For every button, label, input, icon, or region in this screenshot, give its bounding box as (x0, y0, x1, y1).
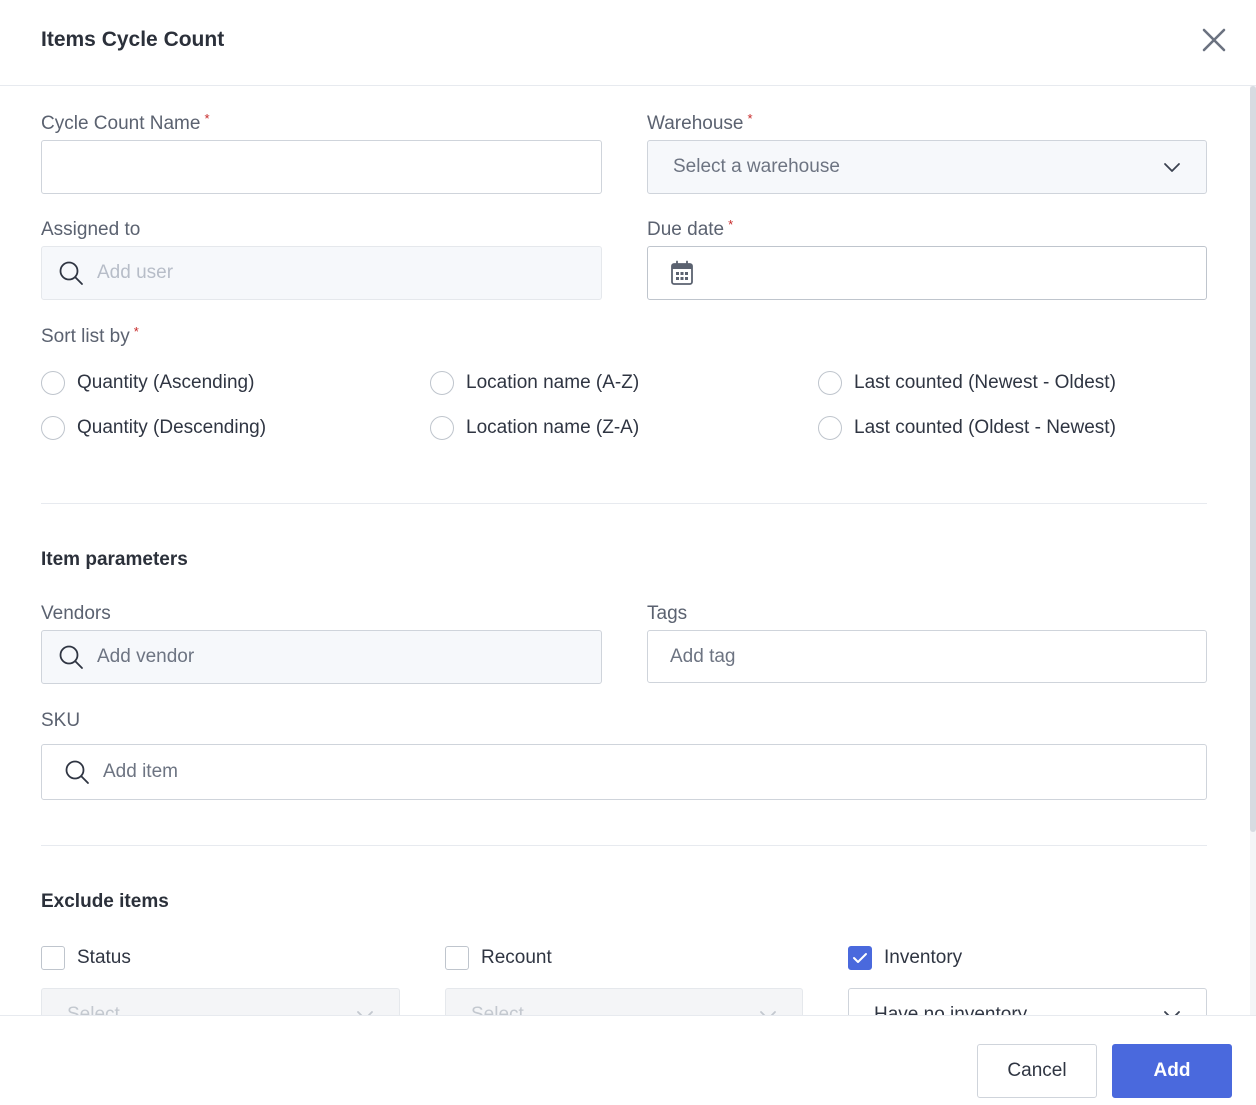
assigned-to-label: Assigned to (41, 219, 141, 240)
modal-footer: Cancel Add (0, 1015, 1256, 1105)
radio-circle[interactable] (41, 371, 65, 395)
sort-list-by-label: Sort list by * (41, 324, 139, 347)
vendors-label: Vendors (41, 603, 111, 624)
section-divider (41, 503, 1207, 504)
modal-body[interactable]: Cycle Count Name * Warehouse * Select a wa… (0, 86, 1256, 1015)
checkmark-icon (853, 953, 867, 963)
radio-circle[interactable] (818, 416, 842, 440)
due-date-label: Due date * (647, 217, 734, 240)
exclude-status-checkbox[interactable]: Status (41, 946, 131, 970)
sku-field[interactable] (41, 744, 1207, 800)
scrollbar-thumb[interactable] (1250, 86, 1256, 832)
sort-option-location-z-a[interactable]: Location name (Z-A) (430, 416, 639, 440)
warehouse-label: Warehouse * (647, 111, 753, 134)
status-select[interactable]: Select (41, 988, 400, 1015)
due-date-field[interactable] (647, 246, 1207, 300)
radio-circle[interactable] (818, 371, 842, 395)
search-icon (59, 645, 83, 669)
exclude-inventory-checkbox[interactable]: Inventory (848, 946, 962, 970)
tags-label: Tags (647, 603, 688, 624)
close-icon (1202, 28, 1226, 52)
modal-title: Items Cycle Count (41, 28, 225, 51)
search-icon (65, 760, 89, 784)
sku-label: SKU (41, 710, 81, 731)
assigned-to-input[interactable] (97, 247, 585, 299)
warehouse-select[interactable]: Select a warehouse (647, 140, 1207, 194)
recount-select[interactable]: Select (445, 988, 803, 1015)
checkbox[interactable] (445, 946, 469, 970)
radio-circle[interactable] (41, 416, 65, 440)
sort-option-location-a-z[interactable]: Location name (A-Z) (430, 371, 639, 395)
sort-option-last-counted-newest[interactable]: Last counted (Newest - Oldest) (818, 371, 1116, 395)
modal-header: Items Cycle Count (0, 0, 1256, 86)
radio-circle[interactable] (430, 371, 454, 395)
calendar-icon (671, 260, 693, 285)
checkbox[interactable] (41, 946, 65, 970)
items-cycle-count-modal: Items Cycle Count Cycle Count Name * Ware… (0, 0, 1256, 1105)
close-button[interactable] (1196, 22, 1232, 58)
scrollbar-track[interactable] (1250, 86, 1256, 1015)
exclude-items-title: Exclude items (41, 891, 169, 912)
sort-option-last-counted-oldest[interactable]: Last counted (Oldest - Newest) (818, 416, 1116, 440)
item-parameters-title: Item parameters (41, 549, 188, 570)
search-icon (59, 261, 83, 285)
add-button[interactable]: Add (1112, 1044, 1232, 1098)
inventory-select[interactable]: Have no inventory (848, 988, 1207, 1015)
due-date-input[interactable] (706, 247, 1184, 299)
sort-option-quantity-descending[interactable]: Quantity (Descending) (41, 416, 266, 440)
vendors-input[interactable] (97, 631, 585, 683)
sku-input[interactable] (103, 745, 1184, 799)
section-divider (41, 845, 1207, 846)
exclude-recount-checkbox[interactable]: Recount (445, 946, 552, 970)
sort-option-quantity-ascending[interactable]: Quantity (Ascending) (41, 371, 254, 395)
checkbox-checked[interactable] (848, 946, 872, 970)
cycle-count-name-input[interactable] (58, 141, 585, 193)
radio-circle[interactable] (430, 416, 454, 440)
tags-input[interactable] (670, 631, 1184, 682)
vendors-field[interactable] (41, 630, 602, 684)
cancel-button[interactable]: Cancel (977, 1044, 1097, 1098)
tags-field[interactable] (647, 630, 1207, 683)
chevron-down-icon (1164, 163, 1180, 172)
warehouse-select-placeholder: Select a warehouse (673, 156, 840, 177)
assigned-to-field[interactable] (41, 246, 602, 300)
cycle-count-name-label: Cycle Count Name * (41, 111, 210, 134)
cycle-count-name-field[interactable] (41, 140, 602, 194)
